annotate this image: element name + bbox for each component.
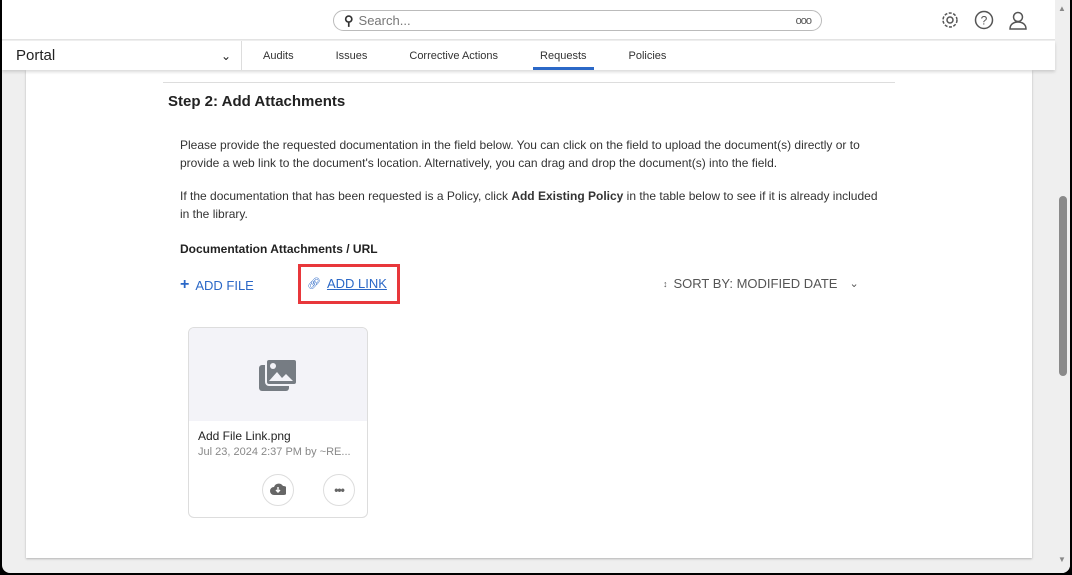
chevron-down-icon: ⌄ xyxy=(849,278,859,290)
field-label: Documentation Attachments / URL xyxy=(180,242,378,256)
search-icon: ⚲ xyxy=(344,12,354,28)
file-meta: Jul 23, 2024 2:37 PM by ~RE... xyxy=(198,446,351,458)
download-button[interactable] xyxy=(262,474,294,506)
scroll-down-icon[interactable]: ▼ xyxy=(1058,555,1066,564)
module-label: Portal xyxy=(16,47,56,64)
scroll-up-icon[interactable]: ▲ xyxy=(1058,4,1066,13)
sort-icon: ↕ xyxy=(663,278,668,289)
file-name: Add File Link.png xyxy=(198,429,291,443)
add-file-button[interactable]: + ADD FILE xyxy=(180,276,254,294)
tab-requests[interactable]: Requests xyxy=(519,41,607,70)
divider xyxy=(163,82,895,83)
module-selector[interactable]: Portal ⌄ xyxy=(2,41,242,70)
link-icon: 🔗︎ xyxy=(307,278,321,290)
nav-bar: Portal ⌄ Audits Issues Corrective Actions… xyxy=(2,41,1055,70)
search-options-button[interactable]: ooo xyxy=(796,15,812,27)
sort-label: SORT BY: MODIFIED DATE xyxy=(673,276,838,291)
plus-icon: + xyxy=(180,276,190,293)
tab-audits[interactable]: Audits xyxy=(242,41,315,70)
text-bold: Add Existing Policy xyxy=(511,189,624,203)
tab-policies[interactable]: Policies xyxy=(608,41,688,70)
user-icon[interactable] xyxy=(1007,9,1029,31)
chevron-down-icon: ⌄ xyxy=(220,48,231,63)
top-bar: ⚲ Search... ooo ? xyxy=(2,0,1055,40)
add-link-button[interactable]: 🔗︎ ADD LINK xyxy=(307,276,387,291)
scrollbar[interactable]: ▲ ▼ xyxy=(1055,0,1070,573)
image-icon xyxy=(189,328,367,421)
policy-instructions: If the documentation that has been reque… xyxy=(180,187,880,223)
ellipsis-icon: ••• xyxy=(334,483,345,497)
cloud-download-icon xyxy=(270,482,289,499)
scrollbar-thumb[interactable] xyxy=(1059,196,1067,376)
instructions: Please provide the requested documentati… xyxy=(180,138,860,170)
more-options-button[interactable]: ••• xyxy=(323,474,355,506)
content-panel: Step 2: Add Attachments Please provide t… xyxy=(26,70,1032,558)
gear-icon[interactable] xyxy=(939,9,961,31)
file-card[interactable]: Add File Link.png Jul 23, 2024 2:37 PM b… xyxy=(188,327,368,518)
step-title: Step 2: Add Attachments xyxy=(168,93,346,110)
text: If the documentation that has been reque… xyxy=(180,189,512,203)
add-file-label: ADD FILE xyxy=(195,277,254,293)
tab-corrective-actions[interactable]: Corrective Actions xyxy=(388,41,519,70)
add-link-label: ADD LINK xyxy=(326,276,387,291)
search-input[interactable]: ⚲ Search... ooo xyxy=(333,10,822,31)
svg-text:?: ? xyxy=(981,14,988,28)
tab-issues[interactable]: Issues xyxy=(315,41,389,70)
help-icon[interactable]: ? xyxy=(973,9,995,31)
sort-dropdown[interactable]: ↕ SORT BY: MODIFIED DATE ⌄ xyxy=(663,276,859,291)
search-placeholder: Search... xyxy=(358,13,411,28)
